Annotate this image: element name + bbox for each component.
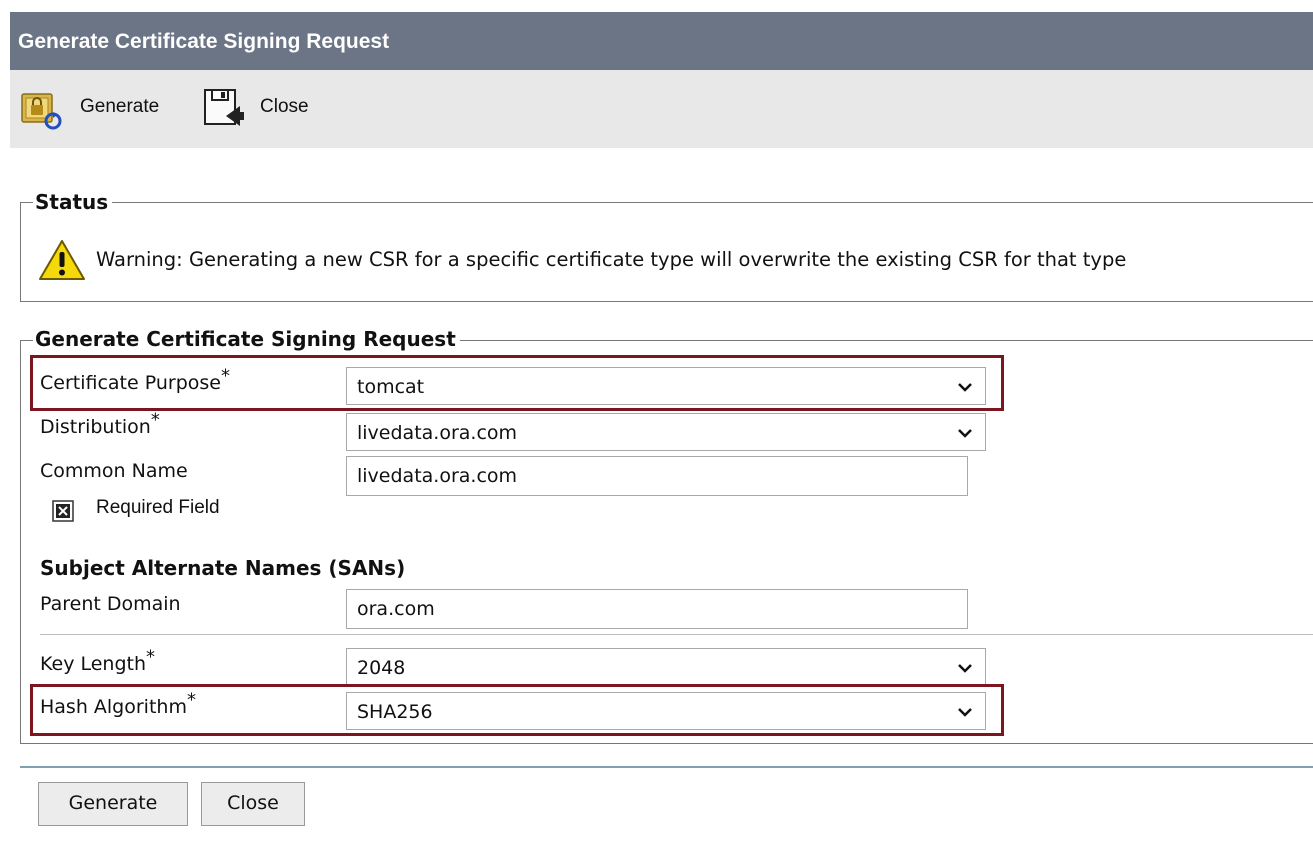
warning-icon [39, 240, 85, 280]
hash-algorithm-highlight [30, 684, 1004, 736]
parent-domain-value: ora.com [357, 598, 435, 620]
certificate-purpose-highlight [30, 355, 1004, 411]
required-field-note: Required Field [96, 497, 220, 518]
chevron-down-icon [958, 664, 972, 673]
close-button[interactable]: Close [201, 782, 305, 826]
csr-legend: Generate Certificate Signing Request [33, 328, 460, 350]
parent-domain-input[interactable]: ora.com [346, 589, 968, 629]
key-length-select[interactable]: 2048 [346, 648, 986, 686]
key-length-label: Key Length* [40, 646, 156, 675]
required-star: * [146, 646, 156, 668]
sans-heading: Subject Alternate Names (SANs) [40, 556, 406, 580]
lock-refresh-icon [21, 93, 62, 130]
toolbar-close-button[interactable]: Close [200, 84, 330, 134]
common-name-label: Common Name [40, 460, 188, 482]
status-legend: Status [33, 191, 113, 213]
toolbar-generate-button[interactable]: Generate [18, 84, 188, 134]
distribution-value: livedata.ora.com [357, 422, 518, 444]
status-message: Warning: Generating a new CSR for a spec… [96, 248, 1127, 271]
common-name-value: livedata.ora.com [357, 465, 518, 487]
chevron-down-icon [958, 429, 972, 438]
floppy-exit-icon [204, 89, 244, 126]
distribution-select[interactable]: livedata.ora.com [346, 413, 986, 451]
distribution-label: Distribution* [40, 409, 160, 438]
toolbar-close-label: Close [260, 96, 309, 117]
generate-button[interactable]: Generate [38, 782, 188, 826]
key-length-value: 2048 [357, 657, 406, 679]
common-name-input[interactable]: livedata.ora.com [346, 456, 968, 496]
page-title: Generate Certificate Signing Request [18, 30, 390, 53]
bottom-divider [20, 766, 1313, 768]
toolbar-generate-label: Generate [80, 96, 160, 117]
parent-domain-label: Parent Domain [40, 593, 181, 615]
divider [40, 634, 1313, 635]
required-star: * [150, 409, 160, 431]
required-x-icon [52, 500, 74, 522]
